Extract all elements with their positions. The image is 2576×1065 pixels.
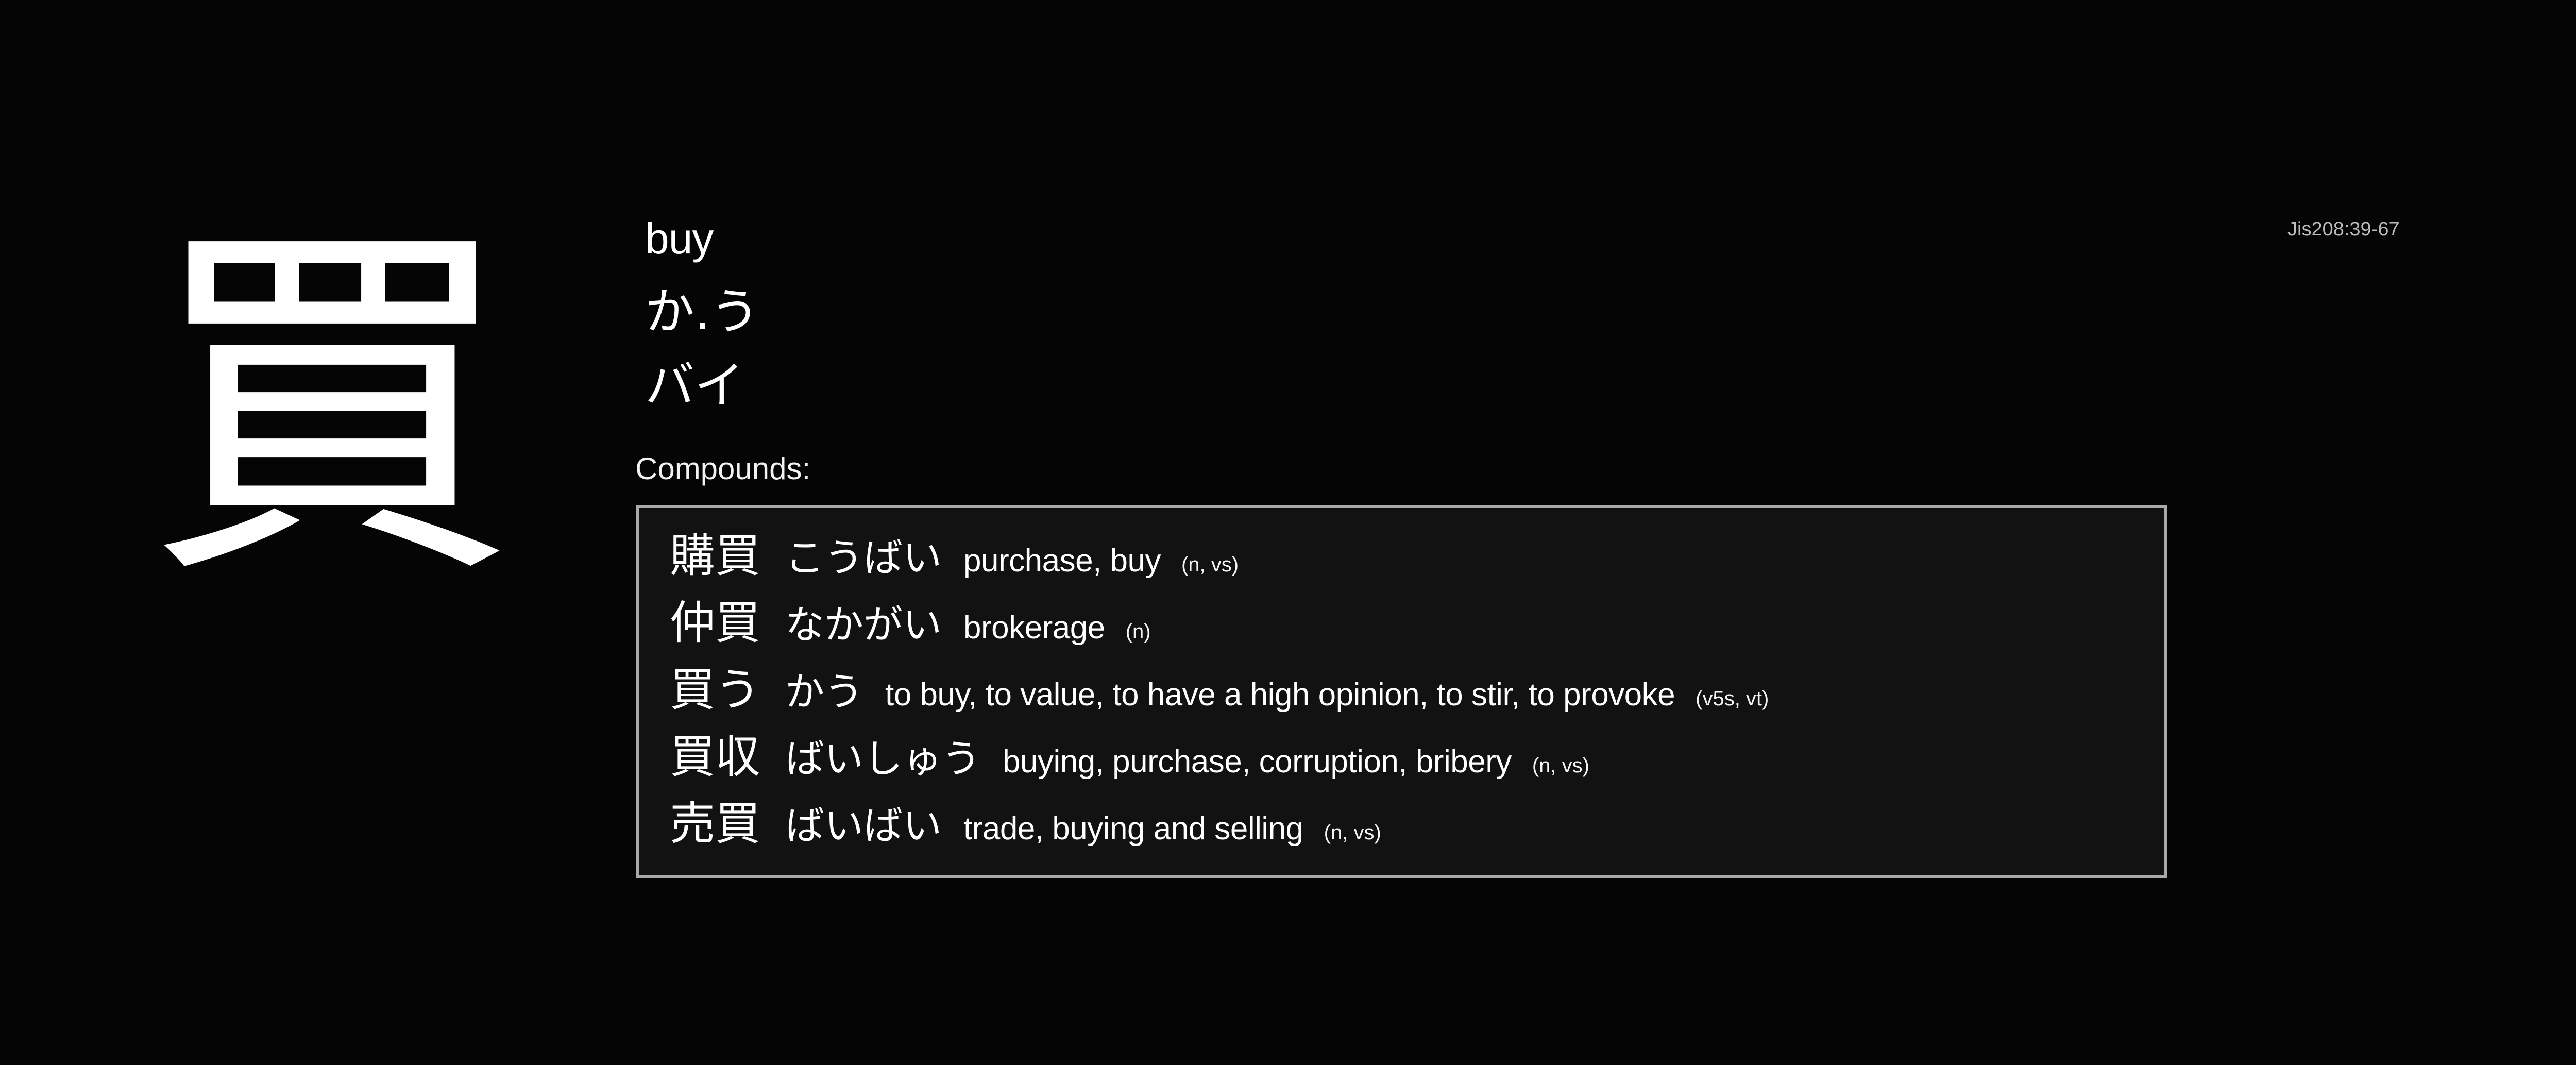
compounds-heading: Compounds: [635,451,811,486]
compound-reading: なかがい [785,602,942,648]
compound-reading: ばいばい [785,803,942,849]
on-reading: バイ [645,357,744,414]
compound-gloss: buying, purchase, corruption, bribery [1003,744,1512,780]
kun-reading: か.う [645,283,760,341]
compound-gloss: purchase, buy [963,543,1161,579]
compound-row: 売買 ばいばい trade, buying and selling (n, vs… [670,790,2164,857]
main-kanji: 買 [145,191,516,623]
compound-row: 購買 こうばい purchase, buy (n, vs) [670,522,2164,589]
compound-gloss: brokerage [963,610,1105,646]
compound-word: 買収 [670,730,761,783]
compound-row: 仲買 なかがい brokerage (n) [670,589,2164,656]
compound-part-of-speech: (n) [1125,620,1151,643]
compounds-list: 購買 こうばい purchase, buy (n, vs) 仲買 なかがい br… [636,505,2167,878]
compound-word: 仲買 [670,596,761,649]
compound-word: 購買 [670,529,761,582]
compound-part-of-speech: (v5s, vt) [1696,687,1769,710]
jis-code: Jis208:39-67 [2287,218,2400,240]
compound-row: 買収 ばいしゅう buying, purchase, corruption, b… [670,723,2164,790]
compound-row: 買う かう to buy, to value, to have a high o… [670,656,2164,723]
kanji-meaning: buy [645,214,714,263]
compound-word: 売買 [670,797,761,850]
compound-reading: かう [785,669,864,715]
compound-gloss: to buy, to value, to have a high opinion… [885,677,1675,713]
compound-part-of-speech: (n, vs) [1181,553,1239,576]
compound-reading: ばいしゅう [785,736,981,782]
compound-part-of-speech: (n, vs) [1532,754,1589,777]
compound-gloss: trade, buying and selling [963,811,1303,847]
compound-reading: こうばい [785,535,942,581]
compound-part-of-speech: (n, vs) [1324,821,1381,844]
compound-word: 買う [670,663,761,716]
